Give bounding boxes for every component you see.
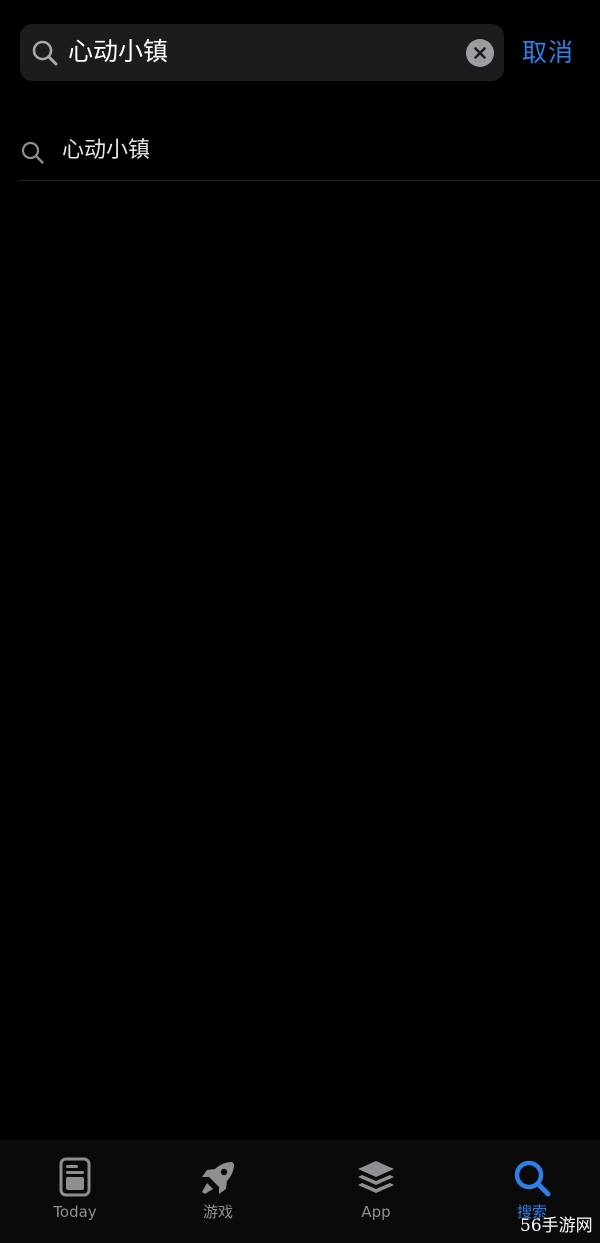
search-icon bbox=[31, 39, 59, 67]
watermark: 56手游网 bbox=[520, 1216, 593, 1236]
tab-today[interactable]: Today bbox=[0, 1140, 150, 1243]
clear-icon bbox=[474, 47, 486, 59]
search-bar[interactable] bbox=[20, 24, 504, 81]
tab-label: Today bbox=[53, 1203, 97, 1221]
search-input[interactable] bbox=[68, 34, 448, 70]
tab-label: 游戏 bbox=[202, 1203, 233, 1221]
tab-games[interactable]: 游戏 bbox=[143, 1140, 293, 1243]
divider bbox=[18, 180, 600, 181]
cancel-button[interactable]: 取消 bbox=[522, 33, 574, 73]
search-suggestion-item[interactable]: 心动小镇 bbox=[18, 128, 600, 180]
tab-bar: Today 游戏 App 搜索 bbox=[0, 1140, 600, 1243]
tab-label: App bbox=[361, 1203, 391, 1221]
search-icon bbox=[510, 1156, 554, 1200]
search-icon bbox=[20, 140, 46, 166]
app-stack-icon bbox=[354, 1156, 398, 1200]
suggestion-label: 心动小镇 bbox=[62, 138, 151, 163]
rocket-icon bbox=[196, 1156, 240, 1200]
clear-search-button[interactable] bbox=[466, 39, 494, 67]
today-icon bbox=[53, 1156, 97, 1200]
tab-apps[interactable]: App bbox=[301, 1140, 451, 1243]
